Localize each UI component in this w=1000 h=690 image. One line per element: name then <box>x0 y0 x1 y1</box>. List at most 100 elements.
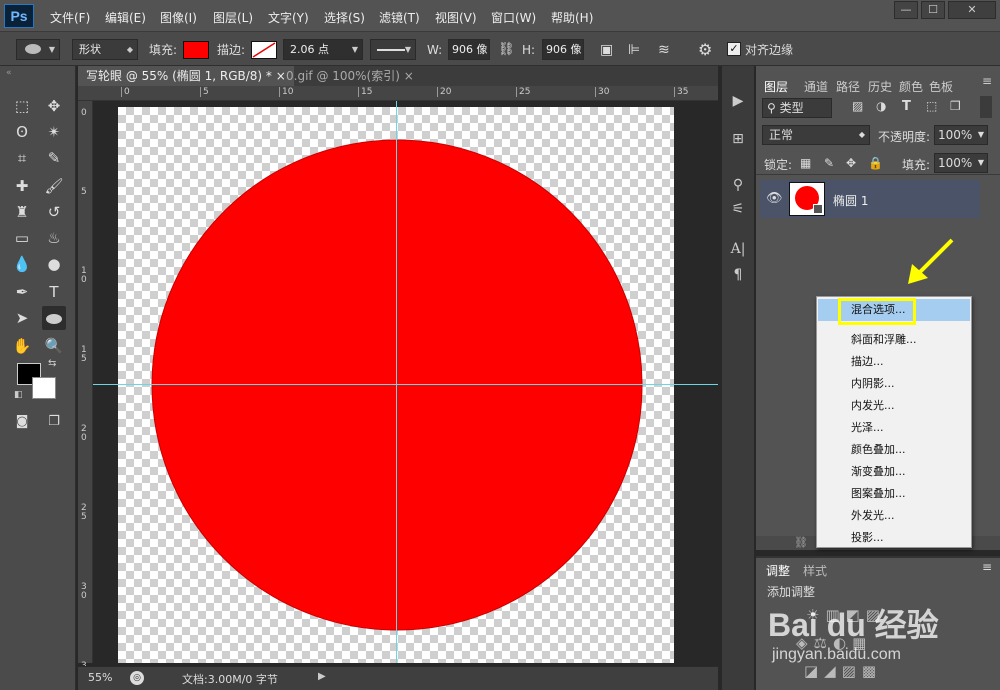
tab-paths[interactable]: 路径 <box>836 78 860 95</box>
menu-item-gradient-overlay[interactable]: 渐变叠加... <box>818 461 970 483</box>
brush-panel-icon[interactable]: ⚟ <box>726 198 750 220</box>
menu-type[interactable]: 文字(Y) <box>268 9 309 26</box>
path-alignment-icon[interactable]: ⊫ <box>628 40 640 60</box>
shape-filter-icon[interactable]: ⬚ <box>926 99 937 113</box>
canvas-area[interactable] <box>93 101 718 663</box>
tab-adjustments[interactable]: 调整 <box>766 562 790 579</box>
status-menu-arrow-icon[interactable]: ▶ <box>318 671 326 682</box>
menu-item-stroke[interactable]: 描边... <box>818 351 970 373</box>
collapse-icon[interactable]: « <box>6 68 12 78</box>
layer-name[interactable]: 椭圆 1 <box>833 192 868 209</box>
layer-row[interactable]: 👁 椭圆 1 <box>760 180 980 218</box>
magic-wand-icon[interactable]: ✴ <box>42 120 66 144</box>
path-arrangement-icon[interactable]: ≋ <box>658 40 670 60</box>
swap-colors-icon[interactable]: ⇆ <box>48 358 56 369</box>
pixel-filter-icon[interactable]: ▨ <box>852 99 863 113</box>
healing-brush-icon[interactable]: ✚ <box>10 174 34 198</box>
share-icon[interactable]: ◎ <box>130 671 144 685</box>
close-window-button[interactable]: ✕ <box>948 1 996 19</box>
restore-button[interactable]: ☐ <box>921 1 945 19</box>
lock-all-icon[interactable]: 🔒 <box>868 156 883 170</box>
tab-document-2[interactable]: 0.gif @ 100%(索引) × <box>278 66 422 86</box>
opacity-input[interactable]: 100% ▼ <box>934 125 988 145</box>
brush-tool-icon[interactable]: 🖌 <box>42 174 66 198</box>
fill-color-swatch[interactable] <box>183 41 209 59</box>
history-brush-icon[interactable]: ↺ <box>42 200 66 224</box>
menu-item-outer-glow[interactable]: 外发光... <box>818 505 970 527</box>
menu-item-pattern-overlay[interactable]: 图案叠加... <box>818 483 970 505</box>
tab-styles[interactable]: 样式 <box>803 562 827 579</box>
paint-bucket-icon[interactable]: ♨ <box>42 226 66 250</box>
eraser-tool-icon[interactable]: ▭ <box>10 226 34 250</box>
menu-window[interactable]: 窗口(W) <box>491 9 536 26</box>
panel-menu-icon[interactable]: ≡ <box>982 560 992 574</box>
menu-image[interactable]: 图像(I) <box>160 9 197 26</box>
default-colors-icon[interactable]: ◧ <box>14 390 23 400</box>
shape-mode-select[interactable]: 形状 ◆ <box>72 39 138 60</box>
type-tool-icon[interactable]: T <box>42 280 66 304</box>
align-edges-checkbox[interactable]: ✓ <box>727 42 741 56</box>
link-icon[interactable]: ⛓ <box>498 40 515 60</box>
lock-transparency-icon[interactable]: ▦ <box>800 156 811 170</box>
tab-color[interactable]: 颜色 <box>899 78 923 95</box>
character-panel-icon[interactable]: A| <box>726 238 750 260</box>
blend-mode-select[interactable]: 正常 ◆ <box>762 125 870 145</box>
menu-filter[interactable]: 滤镜(T) <box>379 9 420 26</box>
panel-menu-icon[interactable]: ≡ <box>982 74 992 88</box>
height-input[interactable]: 906 像 <box>542 39 584 60</box>
width-input[interactable]: 906 像 <box>448 39 490 60</box>
eyedropper-icon[interactable]: ✎ <box>42 146 66 170</box>
background-color-swatch[interactable] <box>32 377 56 399</box>
adjustment-icons-row-2[interactable]: ◈⚖◐▦ <box>796 634 872 652</box>
tool-preset-picker[interactable]: ▼ <box>16 39 60 60</box>
menu-item-bevel-emboss[interactable]: 斜面和浮雕... <box>818 329 970 351</box>
info-panel-icon[interactable]: ⊞ <box>726 128 750 150</box>
menu-layer[interactable]: 图层(L) <box>213 9 253 26</box>
ellipse-tool-icon[interactable] <box>42 306 66 330</box>
menu-item-inner-shadow[interactable]: 内阴影... <box>818 373 970 395</box>
menu-item-drop-shadow[interactable]: 投影... <box>818 527 970 549</box>
adjustment-icons-row-3[interactable]: ◪◢▨▩ <box>804 662 882 680</box>
lasso-tool-icon[interactable]: ʘ <box>10 120 34 144</box>
minimize-button[interactable]: — <box>894 1 918 19</box>
dodge-tool-icon[interactable]: ● <box>42 252 66 276</box>
paragraph-panel-icon[interactable]: ¶ <box>726 264 750 286</box>
menu-help[interactable]: 帮助(H) <box>551 9 593 26</box>
zoom-tool-icon[interactable]: 🔍 <box>42 334 66 358</box>
stroke-type-select[interactable]: ▼ <box>370 39 416 60</box>
filter-toggle[interactable] <box>980 96 992 118</box>
smart-object-filter-icon[interactable]: ❒ <box>950 99 961 113</box>
adjustment-filter-icon[interactable]: ◑ <box>876 99 886 113</box>
menu-item-satin[interactable]: 光泽... <box>818 417 970 439</box>
brush-presets-icon[interactable]: ⚲ <box>726 174 750 196</box>
menu-select[interactable]: 选择(S) <box>324 9 365 26</box>
path-selection-icon[interactable]: ➤ <box>10 306 34 330</box>
marquee-tool-icon[interactable]: ⬚ <box>10 94 34 118</box>
screen-mode-icon[interactable]: ❐ <box>42 410 66 434</box>
pen-tool-icon[interactable]: ✒ <box>10 280 34 304</box>
fill-opacity-input[interactable]: 100% ▼ <box>934 153 988 173</box>
stroke-width-input[interactable]: 2.06 点 ▼ <box>283 39 363 60</box>
clone-stamp-icon[interactable]: ♜ <box>10 200 34 224</box>
tab-layers[interactable]: 图层 <box>764 78 788 95</box>
stroke-none-swatch[interactable] <box>251 41 277 59</box>
layer-filter-kind[interactable]: ⚲ 类型 <box>762 98 832 118</box>
link-layers-icon[interactable]: ⛓ <box>794 536 808 549</box>
blur-tool-icon[interactable]: 💧 <box>10 252 34 276</box>
menu-item-color-overlay[interactable]: 颜色叠加... <box>818 439 970 461</box>
menu-view[interactable]: 视图(V) <box>435 9 477 26</box>
tab-history[interactable]: 历史 <box>868 78 892 95</box>
zoom-level[interactable]: 55% <box>88 671 112 684</box>
lock-position-icon[interactable]: ✥ <box>846 156 856 170</box>
menu-item-inner-glow[interactable]: 内发光... <box>818 395 970 417</box>
tab-channels[interactable]: 通道 <box>804 78 828 95</box>
tab-swatches[interactable]: 色板 <box>929 78 953 95</box>
play-action-icon[interactable]: ▶ <box>726 90 750 112</box>
visibility-eye-icon[interactable]: 👁 <box>766 191 783 206</box>
tab-document-1[interactable]: 写轮眼 @ 55% (椭圆 1, RGB/8) * × <box>78 66 294 86</box>
gear-icon[interactable]: ⚙ <box>698 40 712 60</box>
adjustment-icons-row-1[interactable]: ☀▥◩▨ <box>806 606 886 624</box>
crop-tool-icon[interactable]: ⌗ <box>10 146 34 170</box>
path-operations-icon[interactable]: ▣ <box>600 40 613 60</box>
close-tab-icon[interactable]: × <box>404 69 414 83</box>
